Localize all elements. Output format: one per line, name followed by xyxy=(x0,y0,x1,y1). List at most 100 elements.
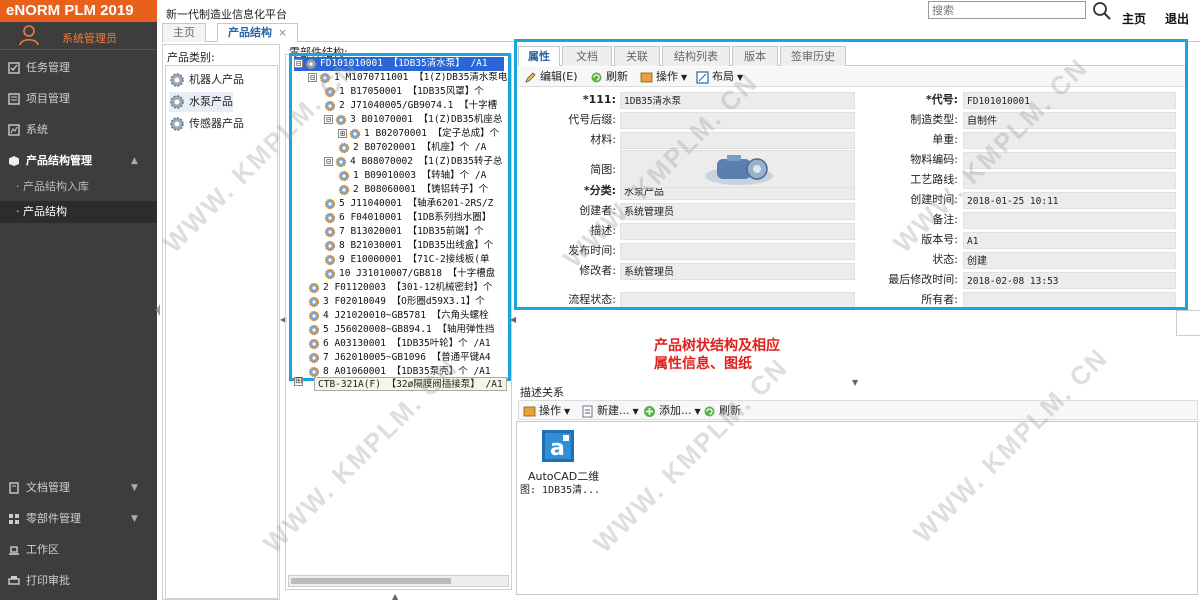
tree-node[interactable]: 2 B07020001 【机座】个 /A xyxy=(338,141,486,155)
expand-toggle[interactable]: ⊞ xyxy=(294,377,303,386)
expand-toggle[interactable]: ⊟ xyxy=(324,115,333,124)
tab-relations[interactable]: 关联 xyxy=(614,46,660,66)
sidebar-item-workspace[interactable]: 工作区 xyxy=(0,537,157,563)
part-gear-icon xyxy=(308,324,320,335)
tree-node[interactable]: 8 B21030001 【1DB35出线盒】个 xyxy=(324,239,493,253)
field-value[interactable]: 2018-02-08 13:53 xyxy=(963,272,1176,289)
field-value[interactable]: FD101010001 xyxy=(963,92,1176,109)
tree-node[interactable]: 1 B09010003 【转轴】个 /A xyxy=(338,169,486,183)
pump-thumbnail[interactable] xyxy=(620,150,855,188)
field-value[interactable] xyxy=(620,112,855,129)
search-icon[interactable] xyxy=(1092,1,1112,21)
user-icon xyxy=(19,25,39,46)
tree-node[interactable]: 2 B08060001 【铸铝转子】个 xyxy=(338,183,488,197)
refresh-button[interactable]: 刷新 xyxy=(590,70,628,84)
field-value[interactable] xyxy=(620,223,855,240)
tab-structure-list[interactable]: 结构列表 xyxy=(662,46,730,66)
tab-approval-history[interactable]: 签审历史 xyxy=(780,46,846,66)
autocad-file-icon[interactable]: a xyxy=(541,429,575,463)
user-name[interactable]: 系统管理员 xyxy=(62,30,117,46)
expand-toggle[interactable]: ⊟ xyxy=(324,157,333,166)
tree-node[interactable]: 7 J62010005~GB1096 【普通平键A4 xyxy=(308,351,491,365)
scrollbar-thumb[interactable] xyxy=(291,578,451,584)
new-dropdown[interactable]: 新建... ▼ xyxy=(581,404,639,418)
field-value[interactable] xyxy=(963,292,1176,309)
tree-node[interactable]: 9 E10000001 【71C-2接线板(单 xyxy=(324,253,489,267)
sidebar-item-print-approval[interactable]: 打印审批 xyxy=(0,568,157,594)
tree-node[interactable]: 7 B13020001 【1DB35前端】个 xyxy=(324,225,484,239)
tree-node[interactable]: 6 F04010001 【1DB系列挡水圈】 xyxy=(324,211,491,225)
file-name[interactable]: 图: 1DB35清... xyxy=(520,481,600,496)
part-gear-icon xyxy=(324,212,336,223)
category-item-sensor[interactable]: 传感器产品 xyxy=(169,114,244,134)
collapse-arrow-icon[interactable] xyxy=(155,300,161,320)
field-label: 最后修改时间: xyxy=(888,273,958,286)
expand-toggle[interactable]: ⊞ xyxy=(338,129,347,138)
close-icon[interactable]: × xyxy=(278,26,287,39)
category-item-pump[interactable]: 水泵产品 xyxy=(169,92,233,112)
edit-button[interactable]: 编辑(E) xyxy=(524,70,578,84)
field-value[interactable]: 系统管理员 xyxy=(620,203,855,220)
field-value[interactable]: 2018-01-25 10:11 xyxy=(963,192,1176,209)
tree-node[interactable]: 1 B17050001 【1DB35风罩】个 xyxy=(324,85,484,99)
sidebar-subitem-structure-import[interactable]: · 产品结构入库 xyxy=(0,176,157,198)
field-value[interactable] xyxy=(620,243,855,260)
field-value[interactable]: A1 xyxy=(963,232,1176,249)
sidebar-item-product-structure[interactable]: 产品结构管理 ▲ xyxy=(0,148,157,174)
field-value[interactable]: 系统管理员 xyxy=(620,263,855,280)
field-label: 描述: xyxy=(590,224,616,237)
collapse-arrow-icon[interactable]: ▼ xyxy=(852,378,858,387)
tree-node[interactable]: 2 F01120003 【301-12机械密封】个 xyxy=(308,281,492,295)
tree-node[interactable]: ⊞ 1 B02070001 【定子总成】个 xyxy=(338,127,499,141)
field-value[interactable] xyxy=(963,172,1176,189)
tab-product-structure[interactable]: 产品结构 × xyxy=(217,23,299,42)
expand-toggle[interactable]: ⊟ xyxy=(294,59,303,68)
field-value[interactable]: 1DB35清水泵 xyxy=(620,92,855,109)
tree-node[interactable]: 3 F02010049 【O形圈d59X3.1】个 xyxy=(308,295,485,309)
operate-dropdown[interactable]: 操作 ▼ xyxy=(640,70,687,84)
sidebar-item-parts[interactable]: 零部件管理 ▼ xyxy=(0,506,157,532)
field-value[interactable] xyxy=(620,292,855,309)
part-gear-icon xyxy=(338,184,350,195)
tree-node[interactable]: 2 J71040005/GB9074.1 【十字槽 xyxy=(324,99,497,113)
field-value[interactable]: 自制件 xyxy=(963,112,1176,129)
expand-toggle[interactable]: ⊟ xyxy=(308,73,317,82)
tree-node[interactable]: ⊟ 3 B01070001 【1(Z)DB35机座总 xyxy=(324,113,502,127)
top-bar: eNORM PLM 2019 新一代制造业信息化平台 主页 退出 xyxy=(0,0,1200,26)
sidebar-item-projects[interactable]: 项目管理 xyxy=(0,86,157,112)
svg-text:a: a xyxy=(550,436,565,461)
tree-node[interactable]: 5 J11040001 【轴承6201-2RS/Z xyxy=(324,197,493,211)
tree-node[interactable]: ⊟ 4 B08070002 【1(Z)DB35转子总 xyxy=(324,155,502,169)
tab-documents[interactable]: 文档 xyxy=(562,46,612,66)
tree-node[interactable]: 5 J56020008~GB894.1 【轴用弹性挡 xyxy=(308,323,494,337)
tree-node[interactable]: 10 J31010007/GB818 【十字槽盘 xyxy=(324,267,495,281)
operate-dropdown[interactable]: 操作 ▼ xyxy=(523,404,570,418)
sidebar-item-system[interactable]: 系统 xyxy=(0,117,157,143)
refresh-button[interactable]: 刷新 xyxy=(703,404,741,418)
field-value[interactable] xyxy=(963,212,1176,229)
tab-attributes[interactable]: 属性 xyxy=(518,46,560,66)
collapse-arrow-icon[interactable]: ◀ xyxy=(510,315,516,324)
field-value[interactable] xyxy=(963,132,1176,149)
search-input[interactable] xyxy=(928,1,1086,19)
sidebar-subitem-product-structure[interactable]: · 产品结构 xyxy=(0,201,157,223)
sidebar-item-documents[interactable]: 文档管理 ▼ xyxy=(0,475,157,501)
tree-node-label: 7 B13020001 【1DB35前端】个 xyxy=(339,226,484,237)
relations-list xyxy=(516,421,1198,595)
category-item-robot[interactable]: 机器人产品 xyxy=(169,70,244,90)
collapse-arrow-icon[interactable]: ▲ xyxy=(392,592,398,600)
part-gear-icon xyxy=(308,352,320,363)
field-value[interactable] xyxy=(620,132,855,149)
field-value[interactable]: 创建 xyxy=(963,252,1176,269)
tab-home[interactable]: 主页 xyxy=(162,23,206,42)
tree-root-node[interactable]: ⊟ FD101010001 【1DB35清水泵】 /A1 xyxy=(294,57,504,71)
sidebar-item-tasks[interactable]: 任务管理 xyxy=(0,55,157,81)
field-value[interactable] xyxy=(963,152,1176,169)
tree-node[interactable]: 6 A03130001 【1DB35叶轮】个 /A1 xyxy=(308,337,491,351)
tree-node[interactable]: 4 J21020010~GB5781 【六角头螺栓 xyxy=(308,309,489,323)
tab-versions[interactable]: 版本 xyxy=(732,46,778,66)
tree-node[interactable]: ⊟ 1 M1070711001 【1(Z)DB35清水泵电 xyxy=(308,71,507,85)
layout-dropdown[interactable]: 布局 ▼ xyxy=(696,70,743,84)
add-dropdown[interactable]: 添加... ▼ xyxy=(643,404,701,418)
horizontal-scrollbar[interactable] xyxy=(288,575,509,587)
